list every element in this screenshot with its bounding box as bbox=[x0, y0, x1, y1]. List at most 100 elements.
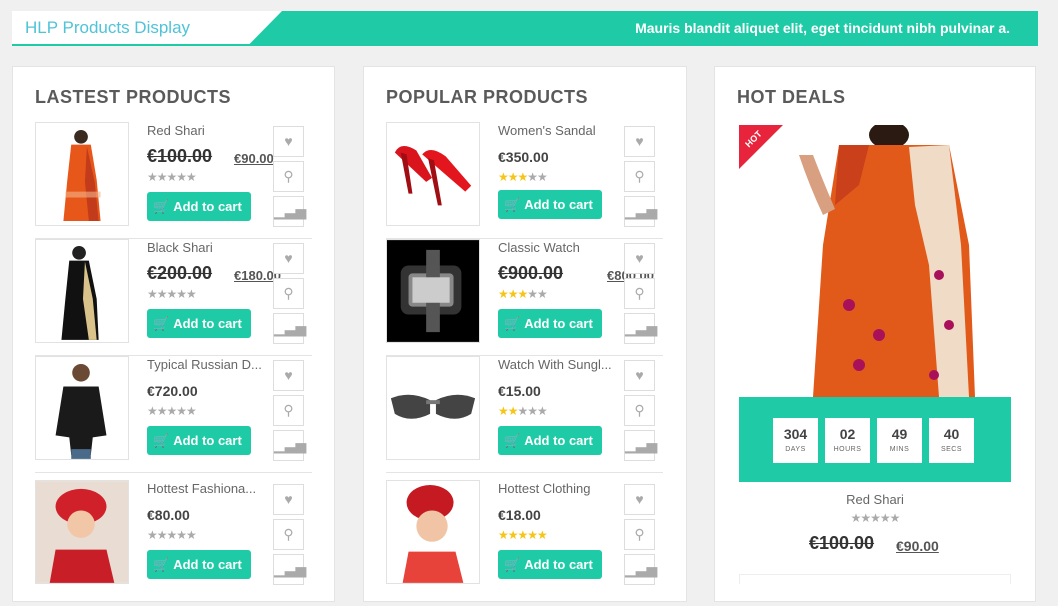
compare-icon[interactable]: ▁▃▅ bbox=[273, 430, 306, 461]
search-icon[interactable]: ⚲ bbox=[273, 395, 304, 426]
rating-stars: ★★★★★ bbox=[147, 404, 197, 418]
add-to-cart-button[interactable]: 🛒 Add to cart bbox=[147, 192, 251, 221]
product-item: Red Shari €100.00 €90.00 ★★★★★ 🛒 Add to c… bbox=[35, 122, 312, 239]
countdown-days: 304 DAYS bbox=[773, 418, 818, 463]
product-thumbnail[interactable] bbox=[35, 122, 129, 226]
rating-stars: ★★★★★ bbox=[498, 287, 548, 301]
old-price: €100.00 bbox=[809, 533, 875, 553]
search-icon[interactable]: ⚲ bbox=[624, 395, 655, 426]
compare-icon[interactable]: ▁▃▅ bbox=[273, 313, 306, 344]
add-to-cart-button[interactable]: 🛒 Add to cart bbox=[147, 426, 251, 455]
product-name[interactable]: Black Shari bbox=[147, 240, 265, 255]
add-to-cart-button[interactable]: 🛒 Add to cart bbox=[498, 190, 602, 219]
product-thumbnail[interactable] bbox=[386, 122, 480, 226]
heart-icon[interactable]: ♥ bbox=[624, 243, 655, 274]
price: €720.00 bbox=[147, 383, 198, 399]
heart-icon[interactable]: ♥ bbox=[273, 360, 304, 391]
hot-deals-panel: HOT DEALS HOT 304 DAYS 02 HOURS 49 MINS bbox=[714, 66, 1036, 602]
action-buttons: ♥ ⚲ ▁▃▅ bbox=[624, 126, 657, 231]
product-name[interactable]: Hottest Clothing bbox=[498, 481, 616, 496]
product-name[interactable]: Classic Watch bbox=[498, 240, 616, 255]
countdown-secs: 40 SECS bbox=[929, 418, 974, 463]
heart-icon[interactable]: ♥ bbox=[273, 243, 304, 274]
action-buttons: ♥ ⚲ ▁▃▅ bbox=[624, 360, 657, 465]
product-item: Classic Watch €900.00 €800.00 ★★★★★ 🛒 Add… bbox=[386, 239, 663, 356]
old-price: €100.00 bbox=[147, 146, 213, 166]
rating-stars: ★★★★★ bbox=[498, 528, 548, 542]
panel-title: HOT DEALS bbox=[737, 87, 846, 107]
latest-products-panel: LASTEST PRODUCTS Red Shari €100.00 €90.0… bbox=[12, 66, 335, 602]
product-item: Hottest Fashiona... €80.00 ★★★★★ 🛒 Add to… bbox=[35, 480, 312, 597]
hot-deal-name[interactable]: Red Shari bbox=[715, 492, 1035, 507]
divider bbox=[739, 574, 1011, 584]
add-to-cart-button[interactable]: 🛒 Add to cart bbox=[498, 426, 602, 455]
cart-icon: 🛒 bbox=[153, 432, 170, 448]
action-buttons: ♥ ⚲ ▁▃▅ bbox=[273, 243, 306, 348]
price: €18.00 bbox=[498, 507, 541, 523]
compare-icon[interactable]: ▁▃▅ bbox=[624, 554, 657, 585]
price: €80.00 bbox=[147, 507, 190, 523]
product-name[interactable]: Women's Sandal bbox=[498, 123, 616, 138]
product-item: Hottest Clothing €18.00 ★★★★★ 🛒 Add to ca… bbox=[386, 480, 663, 597]
product-thumbnail[interactable] bbox=[35, 356, 129, 460]
add-to-cart-button[interactable]: 🛒 Add to cart bbox=[147, 309, 251, 338]
add-to-cart-button[interactable]: 🛒 Add to cart bbox=[498, 550, 602, 579]
rating-stars: ★★★★★ bbox=[850, 511, 901, 525]
heart-icon[interactable]: ♥ bbox=[624, 126, 655, 157]
add-to-cart-button[interactable]: 🛒 Add to cart bbox=[498, 309, 602, 338]
search-icon[interactable]: ⚲ bbox=[273, 161, 304, 192]
popular-products-panel: POPULAR PRODUCTS Women's Sandal €350.00 … bbox=[363, 66, 687, 602]
compare-icon[interactable]: ▁▃▅ bbox=[624, 196, 657, 227]
product-item: Watch With Sungl... €15.00 ★★★★★ 🛒 Add to… bbox=[386, 356, 663, 473]
price: €90.00 bbox=[896, 538, 939, 554]
product-name[interactable]: Red Shari bbox=[147, 123, 265, 138]
panel-title: POPULAR PRODUCTS bbox=[386, 87, 589, 107]
search-icon[interactable]: ⚲ bbox=[273, 519, 304, 550]
add-to-cart-button[interactable]: 🛒 Add to cart bbox=[147, 550, 251, 579]
heart-icon[interactable]: ♥ bbox=[624, 484, 655, 515]
heart-icon[interactable]: ♥ bbox=[624, 360, 655, 391]
header-title-tab: HLP Products Display bbox=[12, 11, 282, 44]
product-item: Typical Russian D... €720.00 ★★★★★ 🛒 Add … bbox=[35, 356, 312, 473]
hot-badge: HOT bbox=[739, 125, 783, 169]
product-thumbnail[interactable] bbox=[35, 480, 129, 584]
product-thumbnail[interactable] bbox=[386, 356, 480, 460]
rating-stars: ★★★★★ bbox=[147, 287, 197, 301]
product-name[interactable]: Hottest Fashiona... bbox=[147, 481, 265, 496]
heart-icon[interactable]: ♥ bbox=[273, 126, 304, 157]
search-icon[interactable]: ⚲ bbox=[624, 519, 655, 550]
rating-stars: ★★★★★ bbox=[147, 528, 197, 542]
cart-icon: 🛒 bbox=[504, 556, 521, 572]
compare-icon[interactable]: ▁▃▅ bbox=[624, 313, 657, 344]
countdown-hours: 02 HOURS bbox=[825, 418, 870, 463]
product-thumbnail[interactable] bbox=[386, 480, 480, 584]
product-item: Women's Sandal €350.00 ★★★★★ 🛒 Add to car… bbox=[386, 122, 663, 239]
search-icon[interactable]: ⚲ bbox=[624, 278, 655, 309]
search-icon[interactable]: ⚲ bbox=[624, 161, 655, 192]
compare-icon[interactable]: ▁▃▅ bbox=[624, 430, 657, 461]
price: €90.00 bbox=[234, 151, 274, 166]
product-item: Black Shari €200.00 €180.00 ★★★★★ 🛒 Add t… bbox=[35, 239, 312, 356]
compare-icon[interactable]: ▁▃▅ bbox=[273, 554, 306, 585]
product-name[interactable]: Typical Russian D... bbox=[147, 357, 265, 372]
old-price: €900.00 bbox=[498, 263, 564, 283]
heart-icon[interactable]: ♥ bbox=[273, 484, 304, 515]
product-thumbnail[interactable] bbox=[35, 239, 129, 343]
product-thumbnail[interactable] bbox=[386, 239, 480, 343]
action-buttons: ♥ ⚲ ▁▃▅ bbox=[273, 126, 306, 231]
cart-icon: 🛒 bbox=[153, 315, 170, 331]
product-name[interactable]: Watch With Sungl... bbox=[498, 357, 616, 372]
price: €350.00 bbox=[498, 149, 549, 165]
search-icon[interactable]: ⚲ bbox=[273, 278, 304, 309]
action-buttons: ♥ ⚲ ▁▃▅ bbox=[624, 484, 657, 589]
action-buttons: ♥ ⚲ ▁▃▅ bbox=[273, 360, 306, 465]
page-title: HLP Products Display bbox=[25, 18, 191, 37]
header-tagline: Mauris blandit aliquet elit, eget tincid… bbox=[635, 20, 1010, 36]
cart-icon: 🛒 bbox=[504, 432, 521, 448]
header-bar: HLP Products Display Mauris blandit aliq… bbox=[12, 11, 1038, 46]
cart-icon: 🛒 bbox=[153, 556, 170, 572]
compare-icon[interactable]: ▁▃▅ bbox=[273, 196, 306, 227]
countdown-timer: 304 DAYS 02 HOURS 49 MINS 40 SECS bbox=[739, 397, 1011, 482]
action-buttons: ♥ ⚲ ▁▃▅ bbox=[273, 484, 306, 589]
cart-icon: 🛒 bbox=[504, 315, 521, 331]
